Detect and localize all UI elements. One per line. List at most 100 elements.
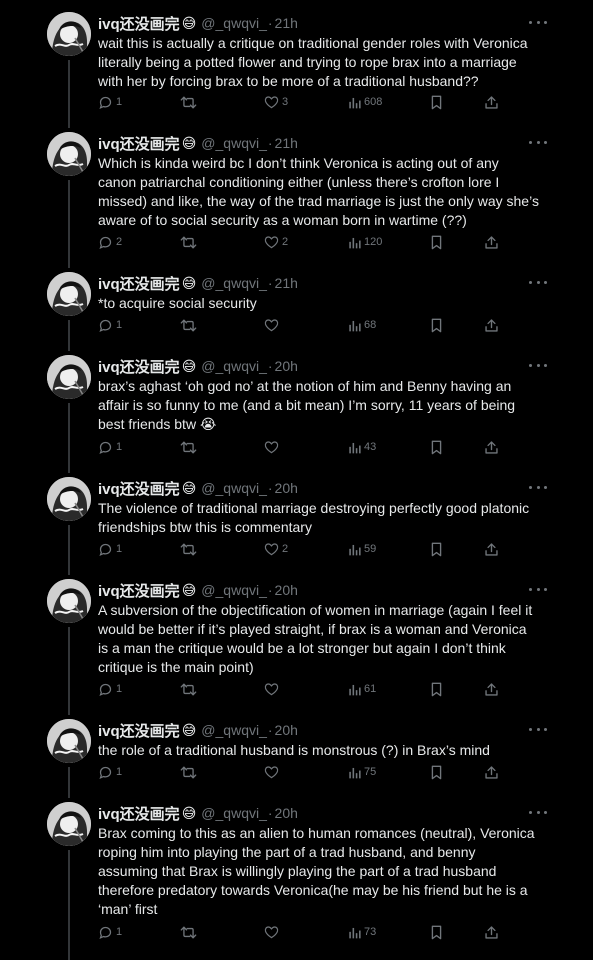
views-button[interactable]: 73 [348, 923, 376, 941]
more-icon[interactable] [529, 583, 547, 595]
timestamp[interactable]: 20h [275, 480, 298, 496]
views-button[interactable]: 608 [348, 93, 382, 111]
display-name[interactable]: ivq还没画完 [98, 580, 180, 601]
more-icon[interactable] [529, 276, 547, 288]
timestamp[interactable]: 20h [275, 805, 298, 821]
like-button[interactable]: 2 [264, 233, 288, 251]
tweet[interactable]: ivq还没画完 😅 @_qwqvi_ · 21h Which is kinda … [0, 132, 593, 255]
tweet[interactable]: ivq还没画完 😅 @_qwqvi_ · 20h Brax coming to … [0, 802, 593, 945]
like-button[interactable] [264, 923, 282, 941]
more-icon[interactable] [529, 359, 547, 371]
separator-dot: · [267, 275, 273, 291]
more-icon[interactable] [529, 481, 547, 493]
like-button[interactable] [264, 680, 282, 698]
timestamp[interactable]: 21h [275, 135, 298, 151]
reply-button[interactable]: 1 [98, 680, 122, 698]
share-button[interactable] [484, 540, 499, 558]
share-button[interactable] [484, 438, 499, 456]
retweet-button[interactable] [180, 316, 200, 334]
bookmark-button[interactable] [430, 316, 443, 334]
timestamp[interactable]: 20h [275, 582, 298, 598]
display-name[interactable]: ivq还没画完 [98, 356, 180, 377]
like-button[interactable] [264, 763, 282, 781]
views-button[interactable]: 68 [348, 316, 376, 334]
retweet-button[interactable] [180, 233, 200, 251]
avatar[interactable] [47, 719, 91, 763]
reply-button[interactable]: 1 [98, 763, 122, 781]
bookmark-button[interactable] [430, 438, 443, 456]
display-name[interactable]: ivq还没画完 [98, 803, 180, 824]
reply-button[interactable]: 1 [98, 923, 122, 941]
share-button[interactable] [484, 93, 499, 111]
tweet[interactable]: ivq还没画完 😅 @_qwqvi_ · 20h brax’s aghast ‘… [0, 355, 593, 460]
views-button[interactable]: 43 [348, 438, 376, 456]
bookmark-button[interactable] [430, 233, 443, 251]
view-count: 608 [364, 96, 383, 108]
bookmark-button[interactable] [430, 540, 443, 558]
timestamp[interactable]: 21h [275, 275, 298, 291]
more-icon[interactable] [529, 806, 547, 818]
views-button[interactable]: 120 [348, 233, 382, 251]
bookmark-button[interactable] [430, 680, 443, 698]
avatar[interactable] [47, 132, 91, 176]
tweet[interactable]: ivq还没画完 😅 @_qwqvi_ · 20h The violence of… [0, 477, 593, 562]
reply-button[interactable]: 1 [98, 438, 122, 456]
timestamp[interactable]: 20h [275, 722, 298, 738]
more-icon[interactable] [529, 136, 547, 148]
avatar[interactable] [47, 802, 91, 846]
user-handle[interactable]: @_qwqvi_ [201, 805, 267, 821]
retweet-button[interactable] [180, 680, 200, 698]
reply-button[interactable]: 1 [98, 316, 122, 334]
display-name[interactable]: ivq还没画完 [98, 273, 180, 294]
share-button[interactable] [484, 680, 499, 698]
share-button[interactable] [484, 923, 499, 941]
display-name[interactable]: ivq还没画完 [98, 720, 180, 741]
tweet[interactable]: ivq还没画完 😅 @_qwqvi_ · 21h wait this is ac… [0, 12, 593, 115]
retweet-button[interactable] [180, 540, 200, 558]
share-icon [484, 235, 499, 250]
share-button[interactable] [484, 316, 499, 334]
avatar[interactable] [47, 272, 91, 316]
more-icon[interactable] [529, 723, 547, 735]
avatar[interactable] [47, 355, 91, 399]
share-button[interactable] [484, 233, 499, 251]
bookmark-button[interactable] [430, 93, 443, 111]
display-name[interactable]: ivq还没画完 [98, 13, 180, 34]
user-handle[interactable]: @_qwqvi_ [201, 275, 267, 291]
avatar[interactable] [47, 12, 91, 56]
tweet[interactable]: ivq还没画完 😅 @_qwqvi_ · 21h *to acquire soc… [0, 272, 593, 338]
bookmark-button[interactable] [430, 923, 443, 941]
user-handle[interactable]: @_qwqvi_ [201, 582, 267, 598]
like-button[interactable]: 2 [264, 540, 288, 558]
like-button[interactable] [264, 438, 282, 456]
like-button[interactable]: 3 [264, 93, 288, 111]
display-name[interactable]: ivq还没画完 [98, 478, 180, 499]
retweet-button[interactable] [180, 923, 200, 941]
display-name[interactable]: ivq还没画完 [98, 133, 180, 154]
tweet[interactable]: ivq还没画完 😅 @_qwqvi_ · 20h the role of a t… [0, 719, 593, 785]
views-button[interactable]: 61 [348, 680, 376, 698]
more-icon[interactable] [529, 16, 547, 28]
retweet-button[interactable] [180, 93, 200, 111]
timestamp[interactable]: 21h [275, 15, 298, 31]
reply-button[interactable]: 1 [98, 93, 122, 111]
user-handle[interactable]: @_qwqvi_ [201, 135, 267, 151]
share-button[interactable] [484, 763, 499, 781]
like-button[interactable] [264, 316, 282, 334]
views-button[interactable]: 75 [348, 763, 376, 781]
timestamp[interactable]: 20h [275, 358, 298, 374]
bookmark-button[interactable] [430, 763, 443, 781]
user-handle[interactable]: @_qwqvi_ [201, 722, 267, 738]
user-handle[interactable]: @_qwqvi_ [201, 15, 267, 31]
user-handle[interactable]: @_qwqvi_ [201, 358, 267, 374]
like-count: 2 [282, 543, 289, 555]
avatar[interactable] [47, 477, 91, 521]
user-handle[interactable]: @_qwqvi_ [201, 480, 267, 496]
avatar[interactable] [47, 579, 91, 623]
reply-button[interactable]: 2 [98, 233, 122, 251]
retweet-button[interactable] [180, 763, 200, 781]
tweet[interactable]: ivq还没画完 😅 @_qwqvi_ · 20h A subversion of… [0, 579, 593, 702]
retweet-button[interactable] [180, 438, 200, 456]
reply-button[interactable]: 1 [98, 540, 122, 558]
views-button[interactable]: 59 [348, 540, 376, 558]
